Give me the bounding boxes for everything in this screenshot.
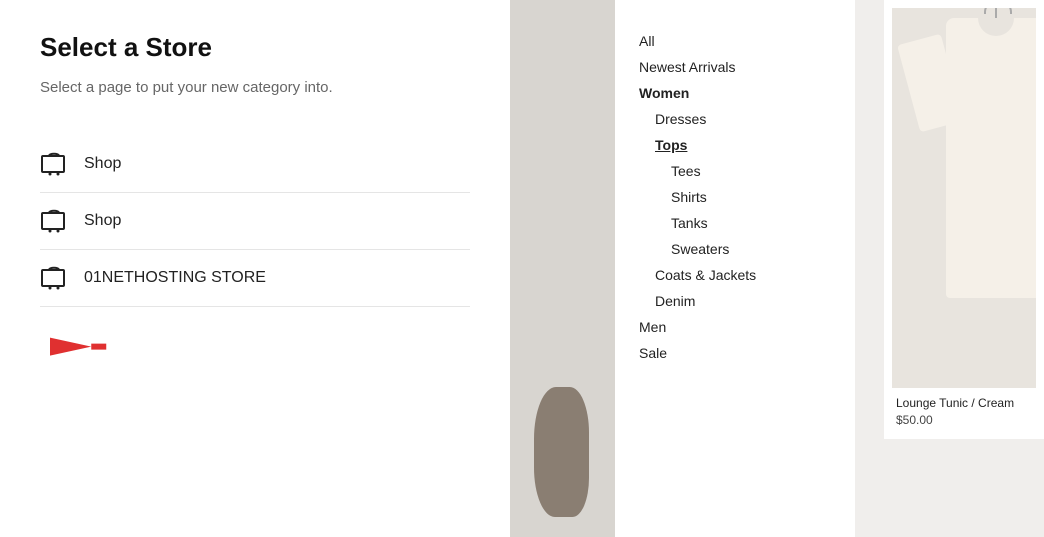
garment-neck <box>978 18 1014 36</box>
background-image-area <box>510 0 615 537</box>
product-name: Lounge Tunic / Cream <box>896 396 1032 410</box>
cart-icon <box>40 207 68 235</box>
garment-body <box>946 18 1036 298</box>
arrow-icon <box>50 327 110 367</box>
nav-item-dresses[interactable]: Dresses <box>639 106 831 132</box>
nav-item-sweaters[interactable]: Sweaters <box>639 236 831 262</box>
cart-icon <box>40 264 68 292</box>
nav-item-tops[interactable]: Tops <box>639 132 831 158</box>
garment-visual <box>946 18 1036 298</box>
cart-icon <box>40 150 68 178</box>
nav-item-newest[interactable]: Newest Arrivals <box>639 54 831 80</box>
store-list: Shop Shop 01NETHOSTING STORE <box>40 136 470 307</box>
store-item-label: 01NETHOSTING STORE <box>84 269 266 287</box>
garment-sleeve-right <box>1022 36 1036 130</box>
arrow-hint <box>40 327 470 372</box>
nav-item-sale[interactable]: Sale <box>639 340 831 366</box>
decorative-rock <box>534 387 589 517</box>
nav-item-shirts[interactable]: Shirts <box>639 184 831 210</box>
store-item[interactable]: 01NETHOSTING STORE <box>40 250 470 307</box>
product-price: $50.00 <box>896 413 1032 427</box>
page-subtitle: Select a page to put your new category i… <box>40 77 470 100</box>
product-info: Lounge Tunic / Cream $50.00 <box>892 388 1036 431</box>
page-title: Select a Store <box>40 32 470 63</box>
garment-sleeve-left <box>897 34 964 133</box>
store-item[interactable]: Shop <box>40 193 470 250</box>
product-panel: Lounge Tunic / Cream $50.00 <box>855 0 1044 537</box>
store-item-label: Shop <box>84 155 121 173</box>
nav-item-all[interactable]: All <box>639 28 831 54</box>
right-panel: All Newest Arrivals Women Dresses Tops T… <box>510 0 1044 537</box>
navigation-panel: All Newest Arrivals Women Dresses Tops T… <box>615 0 855 537</box>
nav-item-coats[interactable]: Coats & Jackets <box>639 262 831 288</box>
left-panel: Select a Store Select a page to put your… <box>0 0 510 537</box>
nav-item-women[interactable]: Women <box>639 80 831 106</box>
product-image <box>892 8 1036 388</box>
nav-item-tanks[interactable]: Tanks <box>639 210 831 236</box>
nav-item-tees[interactable]: Tees <box>639 158 831 184</box>
store-item-label: Shop <box>84 212 121 230</box>
product-card: Lounge Tunic / Cream $50.00 <box>884 0 1044 439</box>
store-item[interactable]: Shop <box>40 136 470 193</box>
nav-item-men[interactable]: Men <box>639 314 831 340</box>
nav-item-denim[interactable]: Denim <box>639 288 831 314</box>
